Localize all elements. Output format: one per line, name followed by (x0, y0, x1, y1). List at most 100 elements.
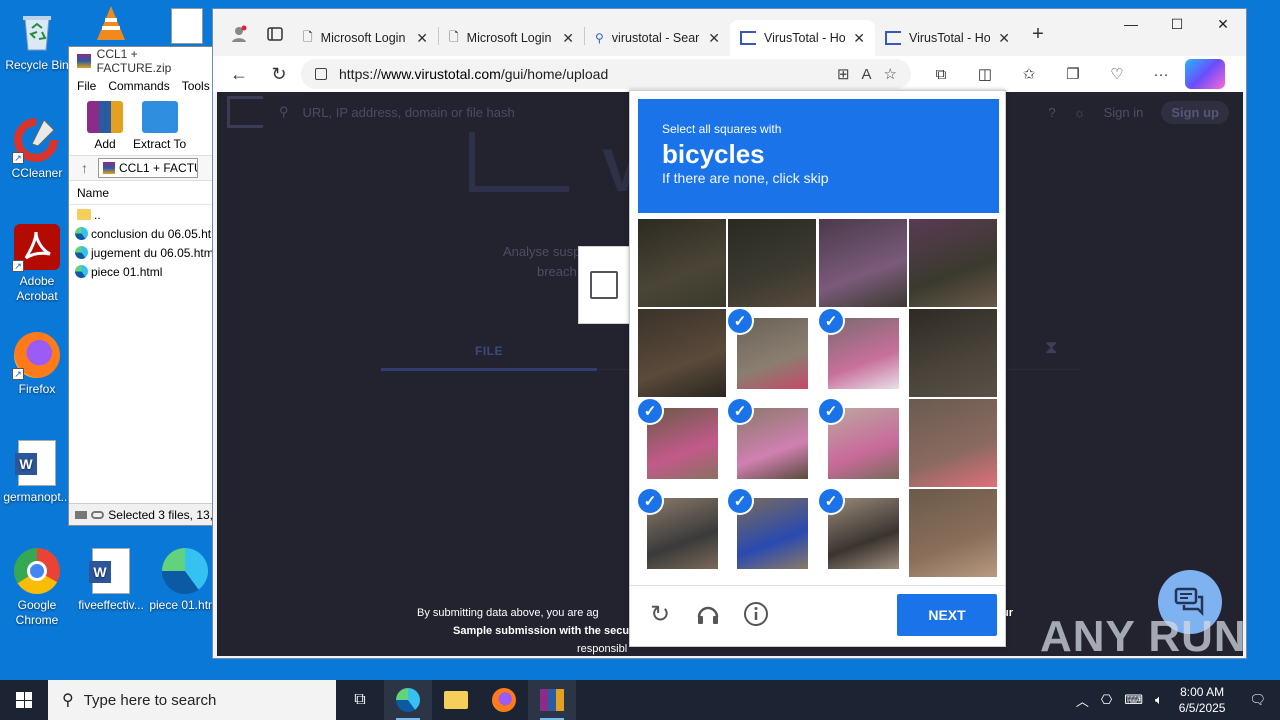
captcha-tile[interactable]: ✓ (819, 489, 907, 577)
captcha-tile[interactable]: ✓ (638, 399, 726, 487)
back-icon[interactable]: ← (221, 59, 257, 89)
browser-essentials-icon[interactable]: ♡ (1097, 59, 1137, 89)
file-row[interactable]: .. (69, 205, 213, 224)
folder-up-icon (77, 209, 91, 220)
up-arrow-icon[interactable]: ↑ (81, 160, 88, 176)
column-header-name[interactable]: Name (69, 181, 213, 205)
file-row[interactable]: jugement du 06.05.html (69, 243, 213, 262)
recaptcha-checkbox[interactable] (590, 271, 618, 299)
notifications-icon[interactable]: 🗨︎ (1235, 692, 1280, 708)
taskbar-winrar-icon[interactable] (528, 680, 576, 720)
desktop-icon-piece-01[interactable]: piece 01.html (148, 548, 222, 613)
captcha-tile[interactable]: ✓ (638, 489, 726, 577)
desktop-icon-word-doc-2[interactable]: W fiveeffectiv... (74, 548, 148, 613)
captcha-tile[interactable] (909, 219, 997, 307)
taskbar-search-box[interactable]: ⚲ Type here to search (48, 680, 336, 720)
network-icon[interactable]: ⌨ (1118, 692, 1149, 708)
info-icon[interactable] (742, 600, 770, 628)
captcha-tile[interactable]: ✓ (728, 399, 816, 487)
favorites-icon[interactable]: ✩ (1009, 59, 1049, 89)
maximize-icon[interactable]: ☐ (1154, 9, 1200, 39)
favorite-star-icon[interactable]: ☆ (884, 65, 897, 83)
close-tab-icon[interactable]: ✕ (562, 30, 574, 47)
desktop-icon-adobe-acrobat[interactable]: ↗ Adobe Acrobat (0, 224, 74, 304)
tab-microsoft-login-1[interactable]: 🗋 Microsoft Login ✕ (293, 20, 438, 56)
desktop-icon-google-chrome[interactable]: Google Chrome (0, 548, 74, 628)
search-icon: ⚲ (62, 692, 74, 709)
show-hidden-icons-icon[interactable]: ︿ (1070, 691, 1095, 710)
clock[interactable]: 8:00 AM 6/5/2025 (1169, 684, 1236, 716)
menu-file[interactable]: File (77, 79, 96, 93)
volume-icon[interactable]: 🔈︎ (1149, 692, 1169, 708)
close-tab-icon[interactable]: ✕ (853, 30, 865, 47)
split-screen-icon[interactable]: ◫ (965, 59, 1005, 89)
captcha-tile[interactable] (909, 489, 997, 577)
device-icon[interactable]: ⎔ (1095, 692, 1118, 708)
file-row[interactable]: piece 01.html (69, 262, 213, 281)
refresh-icon[interactable]: ↻ (261, 59, 297, 89)
menu-tools[interactable]: Tools (182, 79, 210, 93)
close-tab-icon[interactable]: ✕ (708, 30, 720, 47)
winrar-window[interactable]: CCL1 + FACTURE.zip File Commands Tools A… (68, 46, 214, 526)
add-button[interactable]: Add (87, 101, 123, 151)
copilot-icon[interactable] (1185, 59, 1225, 89)
vt-search-bar[interactable]: ⚲ URL, IP address, domain or file hash (279, 104, 515, 120)
profile-icon[interactable] (227, 22, 251, 46)
collections-icon[interactable]: ❐ (1053, 59, 1093, 89)
extensions-icon[interactable]: ⧉ (921, 59, 961, 89)
taskbar-file-explorer-icon[interactable] (432, 680, 480, 720)
desktop-icon-ccleaner[interactable]: ↗ CCleaner (0, 116, 74, 181)
captcha-tile[interactable] (728, 219, 816, 307)
tab-virustotal-home[interactable]: VirusTotal - Home ✕ (875, 20, 1020, 56)
path-field[interactable]: CCL1 + FACTURE.zip (98, 158, 198, 178)
search-tab-icon[interactable]: ⧗ (1045, 337, 1058, 358)
captcha-tile[interactable] (909, 399, 997, 487)
file-name: .. (94, 207, 101, 222)
captcha-tile[interactable]: ✓ (819, 309, 907, 397)
taskbar-edge-icon[interactable] (384, 680, 432, 720)
start-button[interactable] (0, 680, 48, 720)
menu-commands[interactable]: Commands (108, 79, 169, 93)
close-tab-icon[interactable]: ✕ (416, 30, 428, 47)
close-window-icon[interactable]: ✕ (1200, 9, 1246, 39)
audio-challenge-icon[interactable] (694, 600, 722, 628)
reload-icon[interactable]: ↻ (646, 600, 674, 628)
captcha-tile[interactable]: ✓ (728, 489, 816, 577)
virustotal-logo-icon[interactable] (227, 96, 263, 128)
more-menu-icon[interactable]: ··· (1141, 59, 1181, 89)
desktop-icon-word-doc-1[interactable]: W germanopt... (0, 440, 74, 505)
desktop-icon-label: germanopt... (3, 490, 71, 504)
new-tab-icon[interactable]: + (1026, 22, 1050, 46)
next-button[interactable]: NEXT (897, 594, 997, 636)
captcha-tile[interactable] (909, 309, 997, 397)
captcha-tile[interactable]: ✓ (819, 399, 907, 487)
read-aloud-icon[interactable]: A (862, 66, 872, 83)
theme-toggle-icon[interactable]: ☼ (1074, 105, 1086, 120)
app-available-icon[interactable]: ⊞ (837, 65, 850, 83)
tab-virustotal-search[interactable]: ⚲ virustotal - Search ✕ (585, 20, 730, 56)
captcha-tile[interactable] (819, 219, 907, 307)
sign-in-link[interactable]: Sign in (1104, 105, 1144, 120)
tab-microsoft-login-2[interactable]: 🗋 Microsoft Login ✕ (439, 20, 584, 56)
desktop-icon-recycle-bin[interactable]: Recycle Bin (0, 8, 74, 73)
extract-to-button[interactable]: Extract To (133, 101, 186, 151)
lock-icon (315, 68, 327, 80)
tab-file[interactable]: FILE (475, 344, 503, 358)
winrar-pathbar: ↑ CCL1 + FACTURE.zip (69, 155, 213, 181)
file-row[interactable]: conclusion du 06.05.html (69, 224, 213, 243)
captcha-tile[interactable] (638, 219, 726, 307)
address-bar[interactable]: https://www.virustotal.com/gui/home/uplo… (301, 59, 911, 89)
minimize-icon[interactable]: — (1108, 9, 1154, 39)
captcha-tile[interactable]: ✓ (728, 309, 816, 397)
tab-virustotal-home-active[interactable]: VirusTotal - Home ✕ (730, 20, 875, 56)
task-view-icon[interactable]: ⧉ (336, 680, 384, 720)
taskbar-firefox-icon[interactable] (480, 680, 528, 720)
desktop-icon-firefox[interactable]: ↗ Firefox (0, 332, 74, 397)
close-tab-icon[interactable]: ✕ (998, 30, 1010, 47)
sign-up-button[interactable]: Sign up (1161, 101, 1229, 124)
captcha-tile[interactable] (638, 309, 726, 397)
help-icon[interactable]: ? (1048, 105, 1055, 120)
tab-actions-icon[interactable] (263, 22, 287, 46)
edge-file-icon (75, 246, 88, 259)
edge-file-icon (75, 265, 88, 278)
